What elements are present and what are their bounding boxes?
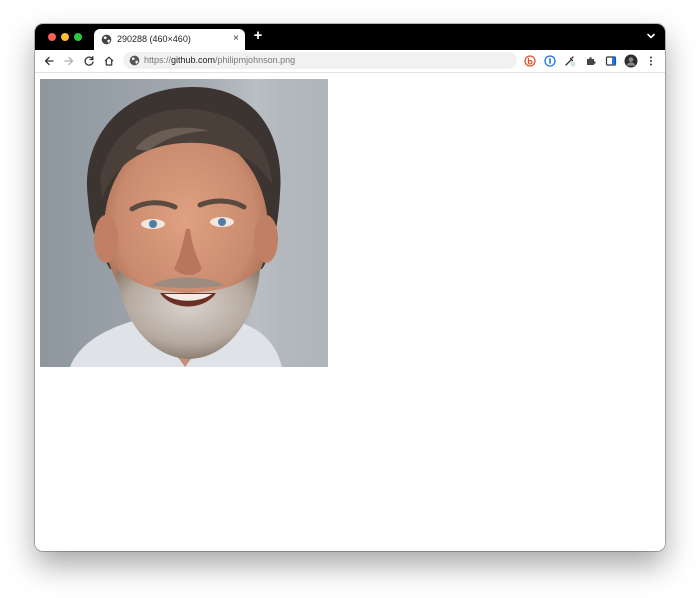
url-path: /philipmjohnson.png	[215, 55, 296, 65]
globe-icon	[101, 34, 112, 45]
reload-icon[interactable]	[83, 55, 95, 67]
back-arrow-icon[interactable]	[43, 55, 55, 67]
toolbar: https://github.com/philipmjohnson.png	[35, 50, 665, 73]
browser-window: 290288 (460×460) × + https://github.com/…	[35, 24, 665, 551]
url-host: github.com	[171, 55, 216, 65]
address-bar[interactable]: https://github.com/philipmjohnson.png	[123, 52, 517, 69]
profile-avatar-icon[interactable]	[624, 54, 638, 68]
orange-b-extension-icon[interactable]	[524, 55, 536, 67]
home-icon[interactable]	[103, 55, 115, 67]
new-tab-button[interactable]: +	[251, 28, 265, 43]
puzzle-icon[interactable]	[585, 55, 597, 67]
url-text: https://github.com/philipmjohnson.png	[144, 55, 295, 66]
zoom-window-button[interactable]	[74, 33, 82, 41]
tab-title: 290288 (460×460)	[117, 34, 191, 44]
password-manager-icon[interactable]	[544, 55, 556, 67]
close-window-button[interactable]	[48, 33, 56, 41]
active-tab[interactable]: 290288 (460×460) ×	[94, 29, 245, 50]
eyedropper-icon[interactable]	[564, 55, 576, 67]
kebab-menu-icon[interactable]	[645, 55, 657, 67]
portrait-photo	[40, 79, 328, 367]
page-content	[35, 73, 665, 551]
minimize-window-button[interactable]	[61, 33, 69, 41]
forward-arrow-icon[interactable]	[63, 55, 75, 67]
sidebar-icon[interactable]	[605, 55, 617, 67]
tab-strip: 290288 (460×460) × +	[35, 24, 665, 50]
globe-icon[interactable]	[129, 55, 140, 66]
chevron-down-icon[interactable]	[646, 31, 656, 41]
url-scheme: https://	[144, 55, 172, 65]
tab-close-button[interactable]: ×	[233, 33, 239, 45]
